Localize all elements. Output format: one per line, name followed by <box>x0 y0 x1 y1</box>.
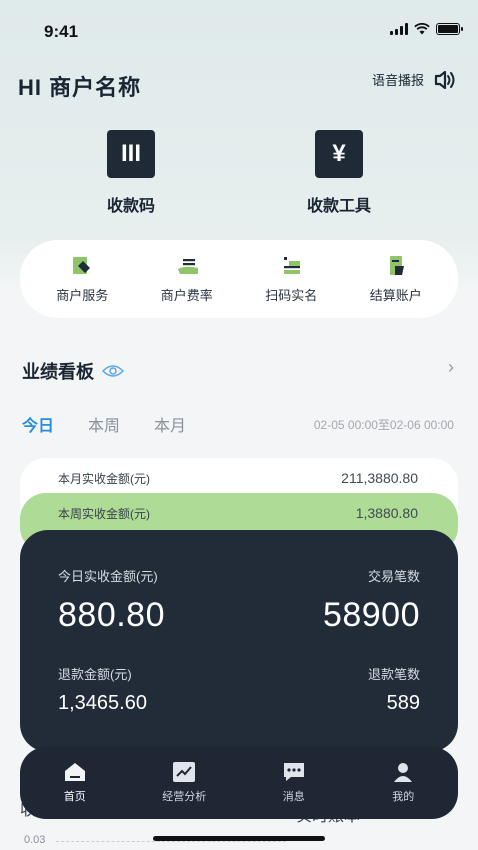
refund-amount-value: 1,3465.60 <box>58 692 147 714</box>
status-time: 9:41 <box>44 22 79 41</box>
tool-merchant-rate[interactable]: 商户费率 <box>142 255 232 304</box>
trend-chart-icon <box>173 762 196 782</box>
chevron-right-icon[interactable]: › <box>448 357 454 378</box>
bottom-nav: 首页 经营分析 消息 我的 <box>20 747 458 819</box>
date-range: 02-05 00:00至02-06 00:00 <box>313 418 454 432</box>
week-income-value: 1,3880.80 <box>355 505 418 521</box>
merchant-name: HI 商户名称 <box>18 75 142 100</box>
transaction-count-label: 交易笔数 <box>367 569 420 584</box>
profile-icon <box>394 763 413 782</box>
refund-count-label: 退款笔数 <box>367 667 420 682</box>
barcode-icon: III <box>107 130 155 178</box>
payment-tools-button[interactable]: ¥ 收款工具 <box>289 130 389 216</box>
battery-icon <box>436 23 463 35</box>
eye-icon[interactable] <box>102 364 124 378</box>
tool-label: 结算账户 <box>369 287 422 303</box>
payment-code-label: 收款码 <box>106 198 155 215</box>
tool-merchant-service[interactable]: 商户服务 <box>37 255 127 304</box>
tool-label: 商户服务 <box>56 287 109 303</box>
settlement-account-icon <box>386 255 406 277</box>
dashboard-header[interactable]: 业绩看板 <box>22 358 124 384</box>
week-income-label: 本周实收金额(元) <box>58 507 150 521</box>
yen-icon: ¥ <box>315 130 363 178</box>
home-icon <box>64 763 85 781</box>
period-tabs: 今日 本周 本月 <box>22 412 186 436</box>
speaker-icon <box>434 70 455 89</box>
tool-label: 扫码实名 <box>265 287 318 303</box>
month-income-value: 211,3880.80 <box>341 470 418 486</box>
transaction-count-value: 58900 <box>322 596 420 634</box>
payment-code-button[interactable]: III 收款码 <box>81 130 181 216</box>
nav-profile[interactable]: 我的 <box>363 762 443 804</box>
merchant-service-icon <box>72 255 92 277</box>
merchant-tools-card: 商户服务 商户费率 扫码实名 结算账户 <box>20 240 458 318</box>
nav-home-label: 首页 <box>63 791 86 803</box>
refund-amount-label: 退款金额(元) <box>58 667 132 682</box>
scan-verify-icon <box>281 255 301 277</box>
nav-messages-label: 消息 <box>282 791 305 803</box>
message-icon <box>283 763 304 781</box>
tool-label: 商户费率 <box>160 287 213 303</box>
nav-profile-label: 我的 <box>392 791 415 803</box>
tab-month[interactable]: 本月 <box>154 412 186 436</box>
payment-tools-label: 收款工具 <box>306 198 371 215</box>
voice-broadcast-label: 语音播报 <box>371 73 424 88</box>
month-income-label: 本月实收金额(元) <box>58 472 150 486</box>
merchant-rate-icon <box>177 255 198 277</box>
nav-analysis-label: 经营分析 <box>162 791 207 803</box>
signal-icon <box>390 23 408 35</box>
refund-count-value: 589 <box>386 692 420 714</box>
today-income-value: 880.80 <box>58 596 165 634</box>
nav-analysis[interactable]: 经营分析 <box>144 762 224 804</box>
nav-home[interactable]: 首页 <box>35 762 115 804</box>
nav-messages[interactable]: 消息 <box>254 762 334 804</box>
voice-broadcast-button[interactable]: 语音播报 <box>372 70 456 89</box>
home-indicator <box>153 836 325 841</box>
tool-settlement-account[interactable]: 结算账户 <box>351 255 441 304</box>
tab-today[interactable]: 今日 <box>22 412 54 436</box>
tab-week[interactable]: 本周 <box>88 412 120 436</box>
wifi-icon <box>414 23 430 35</box>
today-income-card[interactable]: 今日实收金额(元) 交易笔数 880.80 58900 退款金额(元) 退款笔数… <box>20 530 458 752</box>
status-icons <box>390 23 463 35</box>
dashboard-title: 业绩看板 <box>22 362 94 382</box>
today-income-label: 今日实收金额(元) <box>58 569 158 584</box>
grid-line <box>56 841 286 842</box>
axis-value: 0.03 <box>24 834 46 846</box>
tool-scan-verify[interactable]: 扫码实名 <box>246 255 336 304</box>
